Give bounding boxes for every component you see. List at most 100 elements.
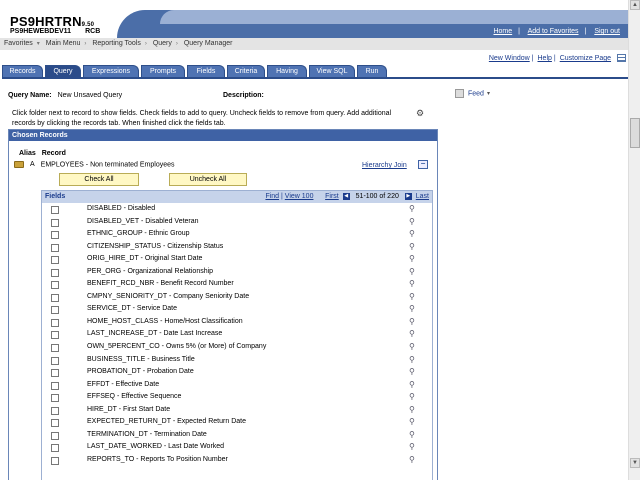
field-checkbox[interactable]	[51, 231, 59, 240]
find-link[interactable]: Find	[265, 193, 279, 200]
fields-grid: Fields Find | View 100 First ◀ 51-100 of…	[41, 190, 433, 480]
field-row: CITIZENSHIP_STATUS - Citizenship Status ⚲	[42, 241, 432, 254]
field-checkbox[interactable]	[51, 256, 59, 265]
tab-run[interactable]: Run	[357, 65, 387, 77]
previous-icon[interactable]: ◀	[342, 192, 350, 200]
tab-having[interactable]: Having	[267, 65, 307, 77]
tab-fields[interactable]: Fields	[187, 65, 225, 77]
chevron-right-icon: ›	[144, 41, 147, 47]
tab-query[interactable]: Query	[45, 65, 81, 77]
chevron-right-icon: ›	[175, 41, 178, 47]
criteria-filter-icon[interactable]: ⚲	[409, 405, 415, 414]
add-to-favorites-link[interactable]: Add to Favorites	[528, 28, 579, 35]
field-checkbox[interactable]	[51, 444, 59, 453]
breadcrumb-main-menu[interactable]: Main Menu	[46, 40, 81, 47]
settings-icon[interactable]: ⚙	[416, 108, 424, 119]
criteria-filter-icon[interactable]: ⚲	[409, 380, 415, 389]
field-checkbox[interactable]	[51, 456, 59, 465]
next-icon[interactable]: ▶	[404, 192, 412, 200]
uncheck-all-button[interactable]: Uncheck All	[169, 173, 247, 186]
tab-criteria[interactable]: Criteria	[227, 65, 265, 77]
field-checkbox[interactable]	[51, 293, 59, 302]
criteria-filter-icon[interactable]: ⚲	[409, 242, 415, 251]
feed-menu[interactable]: Feed ▾	[455, 89, 490, 98]
criteria-filter-icon[interactable]: ⚲	[409, 204, 415, 213]
tab-prompts[interactable]: Prompts	[141, 65, 185, 77]
criteria-filter-icon[interactable]: ⚲	[409, 442, 415, 451]
criteria-filter-icon[interactable]: ⚲	[409, 292, 415, 301]
criteria-filter-icon[interactable]: ⚲	[409, 430, 415, 439]
field-checkbox[interactable]	[51, 206, 59, 214]
field-checkbox[interactable]	[51, 356, 59, 365]
page-links: New Window | Help | Customize Page	[489, 54, 626, 62]
first-link[interactable]: First	[325, 193, 339, 200]
check-all-button[interactable]: Check All	[59, 173, 139, 186]
field-checkbox[interactable]	[51, 406, 59, 415]
field-checkbox[interactable]	[51, 381, 59, 390]
field-checkbox[interactable]	[51, 431, 59, 440]
feed-icon	[455, 89, 464, 98]
view-100-link[interactable]: View 100	[285, 193, 314, 200]
criteria-filter-icon[interactable]: ⚲	[409, 229, 415, 238]
field-label: DISABLED_VET - Disabled Veteran	[87, 217, 199, 225]
field-label: EXPECTED_RETURN_DT - Expected Return Dat…	[87, 418, 246, 426]
criteria-filter-icon[interactable]: ⚲	[409, 342, 415, 351]
field-checkbox[interactable]	[51, 268, 59, 277]
breadcrumb-favorites[interactable]: Favorites	[4, 40, 33, 47]
field-row: HOME_HOST_CLASS - Home/Host Classificati…	[42, 316, 432, 329]
field-row: PER_ORG - Organizational Relationship ⚲	[42, 266, 432, 279]
header-links: Home | Add to Favorites | Sign out	[493, 28, 620, 35]
criteria-filter-icon[interactable]: ⚲	[409, 254, 415, 263]
grid-navigation: Find | View 100 First ◀ 51-100 of 220 ▶ …	[265, 192, 429, 200]
criteria-filter-icon[interactable]: ⚲	[409, 455, 415, 464]
tab-expressions[interactable]: Expressions	[83, 65, 139, 77]
breadcrumb-query-manager[interactable]: Query Manager	[184, 40, 233, 47]
new-window-link[interactable]: New Window	[489, 55, 530, 62]
last-link[interactable]: Last	[416, 193, 429, 200]
scroll-up-icon[interactable]: ▲	[630, 0, 640, 10]
vertical-scrollbar[interactable]: ▲ ▼	[628, 0, 640, 480]
criteria-filter-icon[interactable]: ⚲	[409, 392, 415, 401]
sign-out-link[interactable]: Sign out	[594, 28, 620, 35]
page-grid-icon[interactable]	[617, 54, 626, 62]
criteria-filter-icon[interactable]: ⚲	[409, 267, 415, 276]
collapse-icon[interactable]: −	[418, 160, 428, 169]
field-label: OWN_5PERCENT_CO - Owns 5% (or More) of C…	[87, 343, 267, 351]
open-folder-icon[interactable]	[14, 161, 24, 168]
customize-page-link[interactable]: Customize Page	[560, 55, 611, 62]
criteria-filter-icon[interactable]: ⚲	[409, 304, 415, 313]
page-range: 51-100 of 220	[355, 193, 399, 200]
scrollbar-thumb[interactable]	[630, 118, 640, 148]
field-checkbox[interactable]	[51, 331, 59, 340]
criteria-filter-icon[interactable]: ⚲	[409, 355, 415, 364]
help-link[interactable]: Help	[538, 55, 552, 62]
scroll-down-icon[interactable]: ▼	[630, 458, 640, 468]
criteria-filter-icon[interactable]: ⚲	[409, 217, 415, 226]
field-checkbox[interactable]	[51, 318, 59, 327]
criteria-filter-icon[interactable]: ⚲	[409, 329, 415, 338]
breadcrumb-reporting-tools[interactable]: Reporting Tools	[92, 40, 141, 47]
criteria-filter-icon[interactable]: ⚲	[409, 279, 415, 288]
chevron-right-icon: ›	[84, 41, 87, 47]
field-checkbox[interactable]	[51, 394, 59, 403]
field-checkbox[interactable]	[51, 419, 59, 428]
home-link[interactable]: Home	[493, 28, 512, 35]
field-checkbox[interactable]	[51, 281, 59, 290]
field-checkbox[interactable]	[51, 218, 59, 227]
field-row: CMPNY_SENIORITY_DT - Company Seniority D…	[42, 291, 432, 304]
query-name-value: New Unsaved Query	[57, 92, 123, 99]
tab-view-sql[interactable]: View SQL	[309, 65, 355, 77]
breadcrumb-query[interactable]: Query	[153, 40, 172, 47]
criteria-filter-icon[interactable]: ⚲	[409, 367, 415, 376]
field-checkbox[interactable]	[51, 369, 59, 378]
criteria-filter-icon[interactable]: ⚲	[409, 417, 415, 426]
chevron-down-icon: ▾	[36, 41, 40, 47]
field-checkbox[interactable]	[51, 306, 59, 315]
criteria-filter-icon[interactable]: ⚲	[409, 317, 415, 326]
tab-records[interactable]: Records	[2, 65, 43, 77]
field-checkbox[interactable]	[51, 344, 59, 353]
field-checkbox[interactable]	[51, 243, 59, 252]
hierarchy-join-link[interactable]: Hierarchy Join	[362, 162, 407, 169]
field-label: PROBATION_DT - Probation Date	[87, 368, 194, 376]
field-row: PROBATION_DT - Probation Date ⚲	[42, 366, 432, 379]
